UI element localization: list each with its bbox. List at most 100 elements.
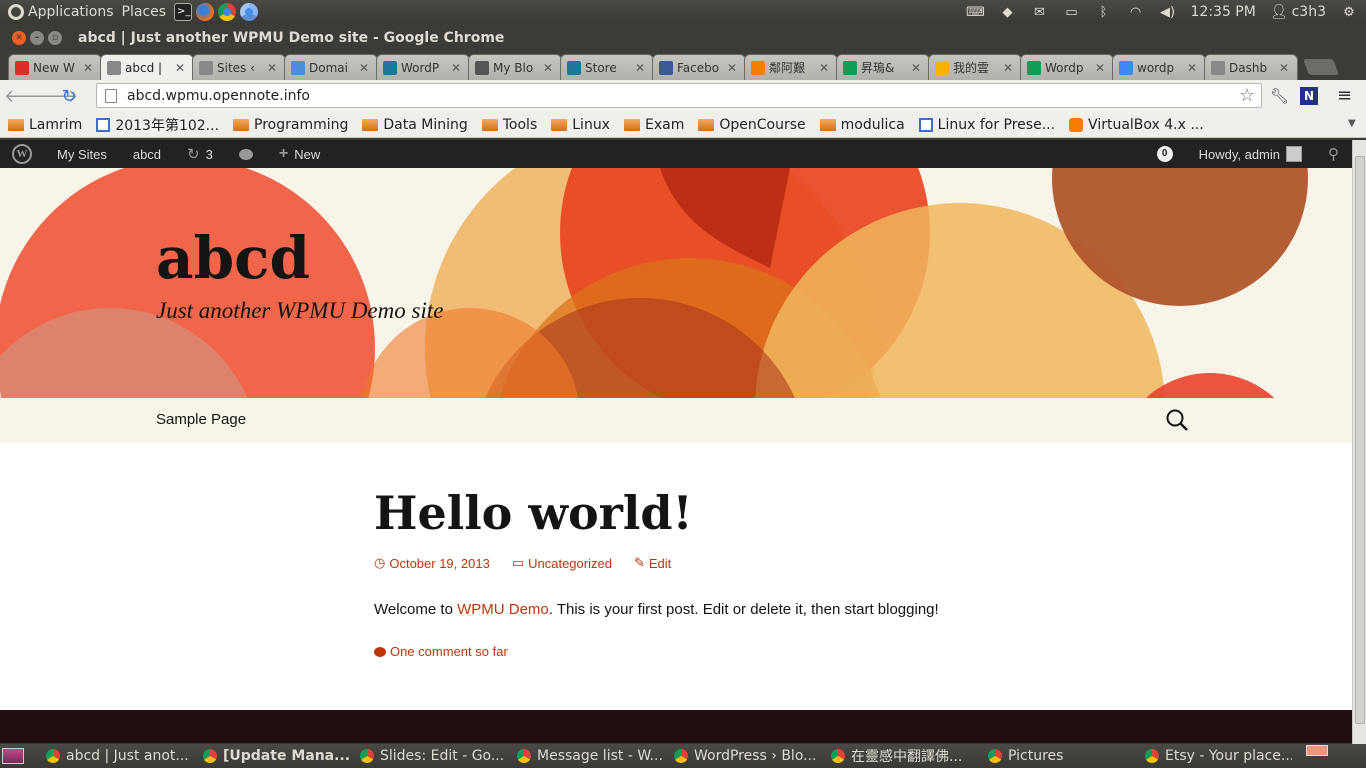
user-menu[interactable]: 👤︎ c3h3 [1270,4,1326,20]
comments-menu[interactable] [226,140,266,168]
updates-menu[interactable]: ↻ 3 [174,140,226,168]
volume-icon[interactable]: ◀) [1159,5,1177,20]
minimize-window-button[interactable]: – [30,31,44,45]
bookmark-item[interactable]: Linux for Prese... [918,117,1055,133]
post-date-link[interactable]: ◷ October 19, 2013 [374,555,490,571]
tab-wordpress[interactable]: Store ✕ [560,54,654,80]
post-title[interactable]: Hello world! [374,483,1014,543]
maximize-window-button[interactable]: ▫ [48,31,62,45]
bookmark-star-icon[interactable]: ☆ [1239,85,1255,106]
reload-button[interactable]: ↻ [56,86,82,107]
comments-link[interactable]: One comment so far [374,644,1014,659]
close-tab-icon[interactable]: ✕ [543,61,555,75]
notifications-menu[interactable]: 0 [1144,140,1186,168]
wifi-icon[interactable]: ◠ [1127,5,1145,20]
wpmu-demo-link[interactable]: WPMU Demo [457,601,549,618]
close-tab-icon[interactable]: ✕ [819,61,831,75]
account-menu[interactable]: Howdy, admin [1186,140,1315,168]
chromium-launcher-icon[interactable] [240,3,259,21]
bookmark-item[interactable]: Lamrim [8,117,82,133]
taskbar-window-item[interactable]: [Update Mana... [193,748,350,764]
tab-cloud[interactable]: Domai ✕ [284,54,378,80]
close-tab-icon[interactable]: ✕ [1187,61,1199,75]
close-tab-icon[interactable]: ✕ [635,61,647,75]
tab-wordpress[interactable]: WordP ✕ [376,54,470,80]
taskbar-window-item[interactable]: Slides: Edit - Go... [350,748,507,764]
battery-icon[interactable]: ▭ [1063,5,1081,20]
site-header[interactable]: abcd Just another WPMU Demo site [0,168,1352,398]
terminal-launcher-icon[interactable]: >_ [174,3,193,21]
close-tab-icon[interactable]: ✕ [911,61,923,75]
gear-icon[interactable]: ⚙ [1340,5,1358,20]
chrome-launcher-icon[interactable] [218,3,237,21]
site-name-menu[interactable]: abcd [120,140,174,168]
tab-sheets[interactable]: 昇瑦& ✕ [836,54,930,80]
omnibox[interactable]: abcd.wpmu.opennote.info ☆ [96,83,1262,108]
close-tab-icon[interactable]: ✕ [1095,61,1107,75]
tab-blogger[interactable]: 鄰阿艱 ✕ [744,54,838,80]
taskbar-window-item[interactable]: Message list - W... [507,748,664,764]
tab-google[interactable]: wordp ✕ [1112,54,1206,80]
bookmark-item[interactable]: VirtualBox 4.x ... [1069,117,1204,133]
bookmark-item[interactable]: 2013年第102... [96,115,219,135]
my-sites-menu[interactable]: My Sites [44,140,120,168]
tab-page[interactable]: Sites ‹ ✕ [192,54,286,80]
show-desktop-icon[interactable] [2,748,24,764]
bookmark-item[interactable]: Data Mining [362,117,468,133]
keyboard-icon[interactable]: ⌨ [966,5,985,20]
mail-icon[interactable]: ✉ [1031,5,1049,20]
page-scrollbar[interactable] [1352,140,1366,744]
onenote-extension-icon[interactable]: N [1300,87,1318,105]
wordpress-logo-icon[interactable]: W [0,140,44,168]
dropbox-icon[interactable]: ◆ [999,5,1017,20]
menu-icon[interactable]: ≡ [1337,85,1352,106]
clock[interactable]: 12:35 PM [1191,4,1256,20]
post-category-link[interactable]: ▭ Uncategorized [512,555,612,571]
bookmark-item[interactable]: Linux [551,117,610,133]
forward-button[interactable]: 🡒 [30,86,78,107]
tab-wordpress[interactable]: My Blo ✕ [468,54,562,80]
url-text[interactable]: abcd.wpmu.opennote.info [127,88,310,104]
firefox-launcher-icon[interactable] [196,3,215,21]
site-title[interactable]: abcd [156,224,310,292]
bookmark-item[interactable]: Tools [481,117,537,133]
close-window-button[interactable]: ✕ [12,31,26,45]
tab-sheets[interactable]: Wordp ✕ [1020,54,1114,80]
scrollbar-thumb[interactable] [1355,156,1365,724]
extension-icon[interactable]: 🔧︎ [1270,87,1289,105]
bookmark-item[interactable]: OpenCourse [698,117,806,133]
bookmark-item[interactable]: Programming [233,117,348,133]
tab-page[interactable]: abcd | ✕ [100,54,194,80]
taskbar-window-item[interactable]: Pictures [978,748,1135,764]
close-tab-icon[interactable]: ✕ [727,61,739,75]
applications-menu[interactable]: Applications [0,4,118,20]
close-tab-icon[interactable]: ✕ [267,61,279,75]
taskbar-window-item[interactable]: Etsy - Your place... [1135,748,1292,764]
back-button[interactable]: 🡐 [4,86,52,107]
new-content-menu[interactable]: + New [266,140,333,168]
close-tab-icon[interactable]: ✕ [359,61,371,75]
close-tab-icon[interactable]: ✕ [83,61,95,75]
places-menu[interactable]: Places [118,4,171,20]
admin-search-icon[interactable]: ⚲ [1315,140,1352,168]
tab-facebook[interactable]: Facebo ✕ [652,54,746,80]
taskbar-window-item[interactable]: WordPress › Blo... [664,748,821,764]
workspace-switcher[interactable] [1306,745,1328,756]
new-tab-button[interactable] [1303,59,1339,75]
close-tab-icon[interactable]: ✕ [1003,61,1015,75]
post-edit-link[interactable]: ✎ Edit [634,555,671,571]
close-tab-icon[interactable]: ✕ [175,61,187,75]
taskbar-window-item[interactable]: 在靈感中翻譯佛... [821,746,978,766]
tab-page[interactable]: Dashb ✕ [1204,54,1298,80]
bookmark-item[interactable]: modulica [819,117,905,133]
search-icon[interactable] [1165,408,1189,432]
close-tab-icon[interactable]: ✕ [1279,61,1291,75]
taskbar-window-item[interactable]: abcd | Just anot... [36,748,193,764]
bluetooth-icon[interactable]: ᛒ [1095,5,1113,20]
close-tab-icon[interactable]: ✕ [451,61,463,75]
bookmarks-overflow-icon[interactable]: ▼ [1348,118,1356,129]
tab-drive[interactable]: 我的雲 ✕ [928,54,1022,80]
bookmark-item[interactable]: Exam [623,117,684,133]
tab-gmail[interactable]: New W ✕ [8,54,102,80]
nav-item-sample-page[interactable]: Sample Page [156,411,246,428]
